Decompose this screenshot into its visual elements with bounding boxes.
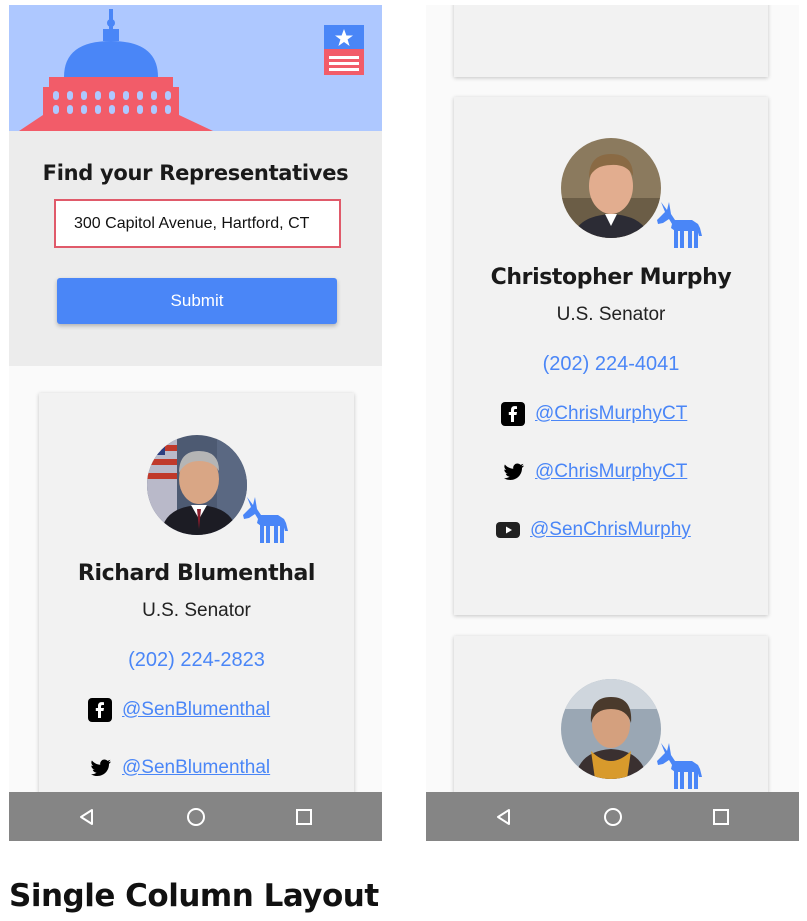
twitter-icon [88,756,112,780]
facebook-icon [88,698,112,722]
facebook-icon [501,402,525,426]
social-handle[interactable]: @SenBlumenthal [122,699,270,721]
social-handle[interactable]: @SenChrisMurphy [530,519,691,541]
layout-caption: Single Column Layout [9,878,379,914]
democrat-donkey-icon [241,493,293,545]
representative-card-partial [454,5,768,77]
youtube-icon [496,518,520,542]
social-handle[interactable]: @SenBlumenthal [122,757,270,779]
recents-icon[interactable] [274,797,334,837]
avatar [561,679,661,779]
representative-name: Richard Blumenthal [77,561,316,586]
android-nav-bar [426,792,799,841]
democrat-donkey-icon [655,198,707,250]
representative-card: Christopher Murphy U.S. Senator (202) 22… [454,97,768,615]
twitter-link[interactable]: @ChrisMurphyCT [501,460,687,484]
app-header [9,5,382,131]
recents-icon[interactable] [691,797,751,837]
representative-photo [561,138,661,238]
avatar [561,138,661,238]
social-handle[interactable]: @ChrisMurphyCT [535,403,687,425]
avatar [147,435,247,535]
search-form: Find your Representatives Submit [9,131,382,366]
facebook-link[interactable]: @SenBlumenthal [88,698,270,722]
twitter-link[interactable]: @SenBlumenthal [88,756,270,780]
representative-office: U.S. Senator [556,304,666,325]
representative-name: Christopher Murphy [490,265,732,290]
address-input[interactable] [54,199,341,248]
submit-button[interactable]: Submit [57,278,337,324]
phone-screen-right: Christopher Murphy U.S. Senator (202) 22… [426,5,799,841]
search-title: Find your Representatives [42,161,349,185]
twitter-icon [501,460,525,484]
representative-phone[interactable]: (202) 224-4041 [454,353,768,376]
representative-phone[interactable]: (202) 224-2823 [39,649,354,672]
android-nav-bar [9,792,382,841]
youtube-link[interactable]: @SenChrisMurphy [496,518,691,542]
back-icon[interactable] [474,797,534,837]
home-icon[interactable] [166,797,226,837]
representative-photo [561,679,661,779]
social-handle[interactable]: @ChrisMurphyCT [535,461,687,483]
back-icon[interactable] [57,797,117,837]
representative-photo [147,435,247,535]
home-icon[interactable] [583,797,643,837]
representative-office: U.S. Senator [142,600,251,621]
democrat-donkey-icon [655,739,707,791]
flag-logo-icon [324,25,364,75]
phone-screen-left: Find your Representatives Submit [9,5,382,841]
representative-card: Richard Blumenthal U.S. Senator (202) 22… [39,393,354,813]
facebook-link[interactable]: @ChrisMurphyCT [501,402,687,426]
